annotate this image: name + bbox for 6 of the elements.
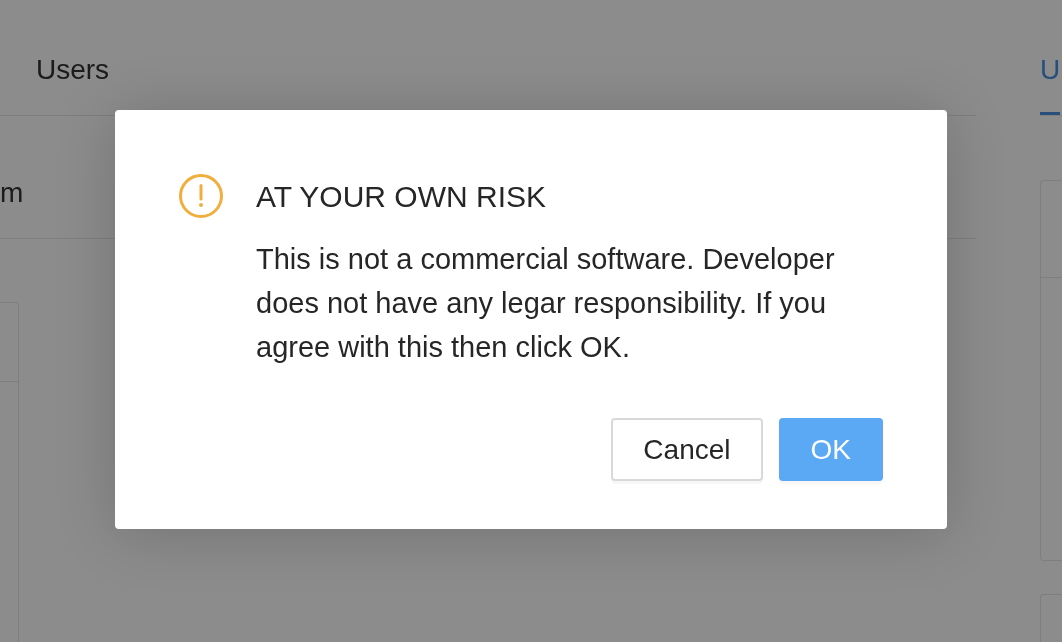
warning-icon: [179, 174, 223, 218]
row-label: m: [0, 177, 24, 209]
tab[interactable]: Users: [36, 0, 110, 115]
dialog-message: This is not a commercial software. Developer does not have any legar responsibility. If you agree with this then click OK.: [256, 242, 836, 365]
cancel-button[interactable]: Cancel: [611, 418, 763, 481]
dialog-title: AT YOUR OWN RISK: [256, 179, 548, 215]
